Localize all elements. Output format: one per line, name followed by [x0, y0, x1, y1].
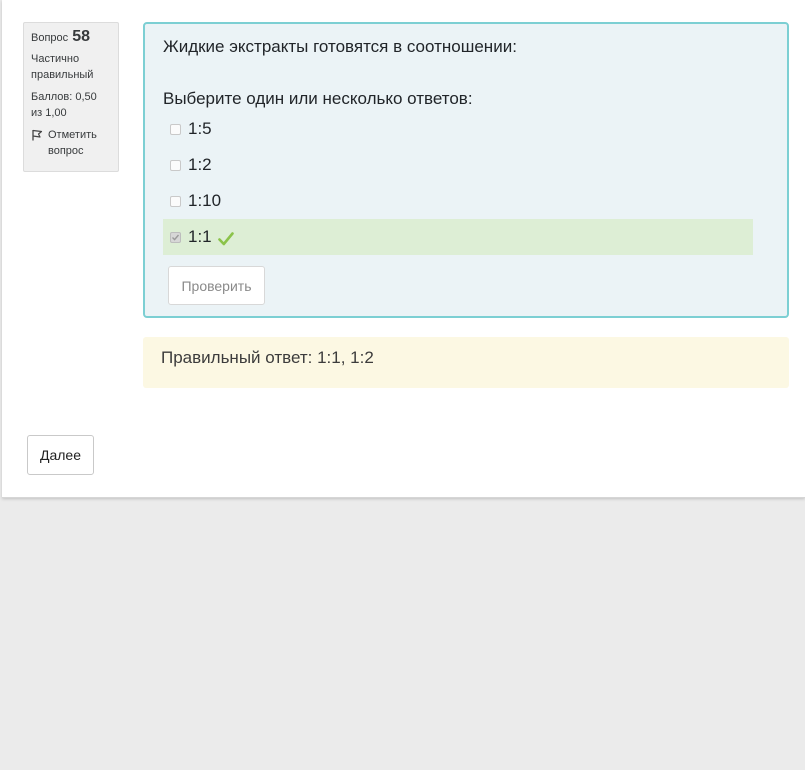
answer-option[interactable]: 1:10 — [163, 183, 753, 219]
answer-option[interactable]: 1:2 — [163, 147, 753, 183]
answer-prompt: Выберите один или несколько ответов: — [163, 89, 473, 108]
next-button[interactable]: Далее — [27, 435, 94, 475]
question-text: Жидкие экстракты готовятся в соотношении… — [163, 37, 517, 56]
checkbox-checked[interactable] — [170, 231, 181, 243]
question-formulation: Жидкие экстракты готовятся в соотношении… — [143, 22, 789, 318]
question-label: Вопрос — [31, 32, 69, 44]
checkbox[interactable] — [170, 123, 181, 135]
right-answer-text: Правильный ответ: 1:1, 1:2 — [161, 348, 374, 367]
answer-option-label: 1:10 — [188, 191, 222, 210]
question-number: 58 — [72, 28, 91, 45]
check-button[interactable]: Проверить — [168, 266, 265, 305]
answer-option[interactable]: 1:5 — [163, 111, 753, 147]
checkmark-icon — [217, 232, 234, 246]
answer-option-label: 1:5 — [188, 119, 212, 138]
checkbox[interactable] — [170, 195, 181, 207]
flag-question-label: Отметить вопрос — [48, 129, 97, 157]
question-grade: Баллов: 0,50 из 1,00 — [31, 91, 97, 119]
flag-icon — [32, 129, 43, 141]
answer-options: 1:5 1:2 1:10 1:1 — [163, 111, 753, 255]
quiz-page: Вопрос 58 Частично правильный Баллов: 0,… — [2, 0, 805, 498]
checkbox-check-icon — [172, 234, 180, 241]
answer-option-label: 1:1 — [188, 227, 212, 246]
flag-question-link[interactable]: Отметить вопрос — [31, 127, 111, 159]
answer-option-label: 1:2 — [188, 155, 212, 174]
checkbox[interactable] — [170, 159, 181, 171]
question-state: Частично правильный — [31, 53, 94, 81]
question-number-row: Вопрос 58 — [31, 29, 111, 46]
feedback-panel: Правильный ответ: 1:1, 1:2 — [143, 337, 789, 388]
answer-option-correct[interactable]: 1:1 — [163, 219, 753, 255]
question-info-panel: Вопрос 58 Частично правильный Баллов: 0,… — [23, 22, 119, 172]
